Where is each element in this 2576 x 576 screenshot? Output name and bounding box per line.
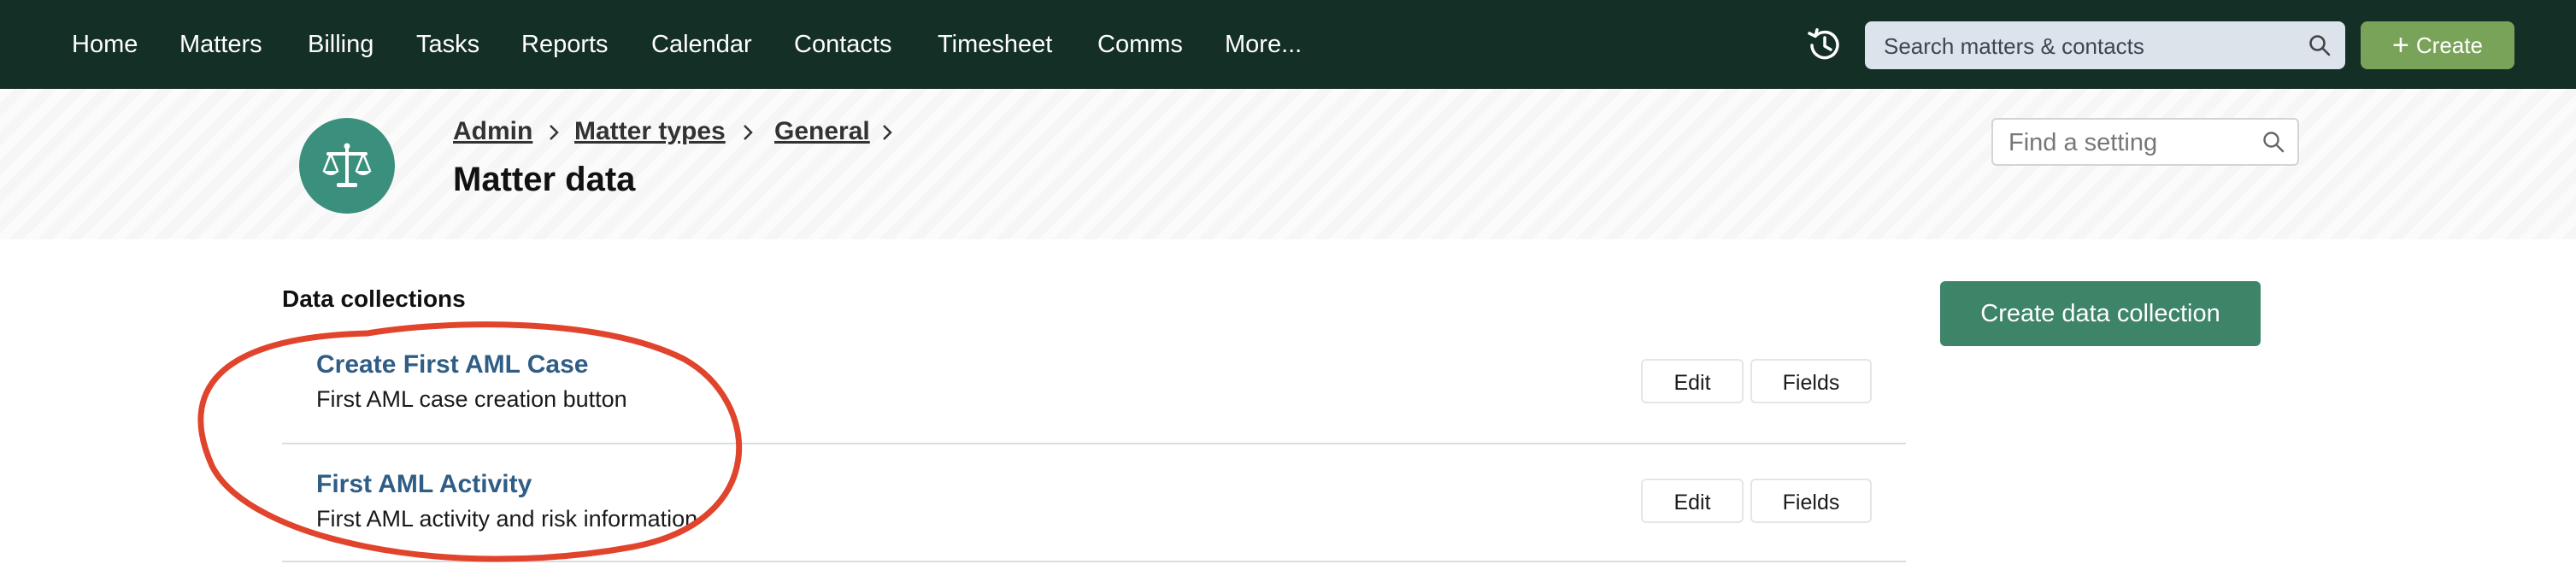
breadcrumb-matter-types[interactable]: Matter types — [574, 117, 726, 146]
top-navigation: Home Matters Billing Tasks Reports Calen… — [0, 0, 2576, 89]
nav-calendar[interactable]: Calendar — [651, 29, 752, 60]
scales-icon — [322, 143, 372, 187]
plus-icon: + — [2392, 29, 2409, 62]
create-button[interactable]: + Create — [2361, 21, 2514, 69]
nav-timesheet[interactable]: Timesheet — [938, 29, 1052, 60]
nav-matters[interactable]: Matters — [179, 29, 262, 60]
data-collection-row: Create First AML Case First AML case cre… — [282, 326, 1906, 444]
page-title: Matter data — [453, 161, 636, 198]
edit-button[interactable]: Edit — [1641, 479, 1744, 523]
fields-button[interactable]: Fields — [1750, 359, 1872, 403]
fields-button[interactable]: Fields — [1750, 479, 1872, 523]
search-icon[interactable] — [2261, 130, 2285, 154]
find-setting-input[interactable] — [2007, 120, 2258, 166]
create-data-collection-button[interactable]: Create data collection — [1940, 281, 2261, 346]
global-search[interactable] — [1865, 21, 2345, 71]
matter-type-avatar — [299, 118, 395, 214]
nav-contacts[interactable]: Contacts — [794, 29, 891, 60]
section-heading: Data collections — [282, 285, 466, 312]
history-icon[interactable] — [1805, 26, 1844, 65]
data-collection-title[interactable]: Create First AML Case — [316, 350, 588, 379]
search-input[interactable] — [1882, 21, 2296, 71]
create-button-label: Create — [2415, 32, 2483, 58]
data-collection-title[interactable]: First AML Activity — [316, 470, 532, 499]
nav-reports[interactable]: Reports — [521, 29, 609, 60]
chevron-right-icon — [883, 125, 892, 140]
search-icon[interactable] — [2308, 33, 2332, 57]
data-collection-description: First AML case creation button — [316, 386, 627, 412]
find-setting[interactable] — [1991, 118, 2299, 166]
nav-billing[interactable]: Billing — [308, 29, 373, 60]
data-collection-description: First AML activity and risk information — [316, 506, 698, 532]
edit-button[interactable]: Edit — [1641, 359, 1744, 403]
nav-home[interactable]: Home — [72, 29, 138, 60]
nav-tasks[interactable]: Tasks — [416, 29, 479, 60]
nav-comms[interactable]: Comms — [1097, 29, 1183, 60]
chevron-right-icon — [550, 125, 559, 140]
chevron-right-icon — [744, 125, 753, 140]
breadcrumb-admin[interactable]: Admin — [453, 117, 532, 146]
data-collection-row: First AML Activity First AML activity an… — [282, 444, 1906, 562]
breadcrumb-general[interactable]: General — [774, 117, 870, 146]
nav-more[interactable]: More... — [1225, 29, 1302, 60]
